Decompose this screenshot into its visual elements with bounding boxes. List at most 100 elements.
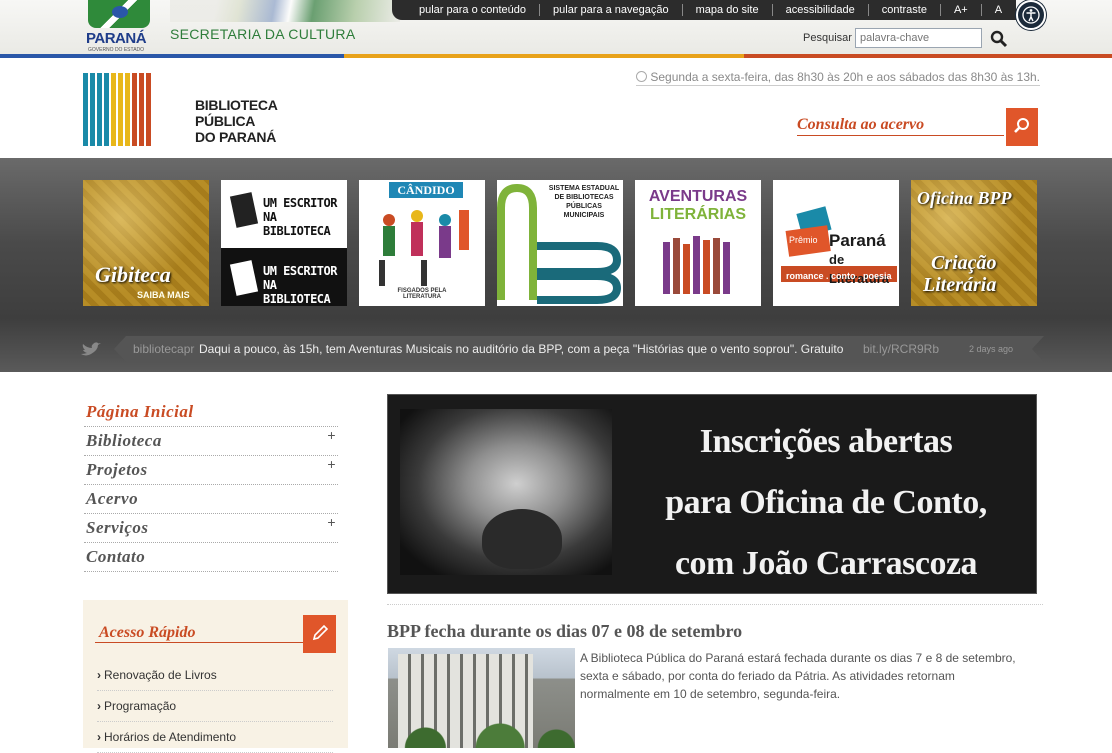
tile-sistema-bibliotecas[interactable]: SISTEMA ESTADUAL DE BIBLIOTECAS PÚBLICAS… xyxy=(497,180,623,306)
premio-title-line: Paraná xyxy=(829,231,886,250)
tile-text: UM ESCRITOR NA BIBLIOTECA xyxy=(263,196,347,238)
nav-item-label: Página Inicial xyxy=(86,402,194,421)
expand-icon[interactable]: + xyxy=(327,427,336,443)
tile-text-line: UM ESCRITOR NA xyxy=(263,196,337,224)
tile-premio-literatura[interactable]: Prêmio Paraná de Literatura romance . con… xyxy=(773,180,899,306)
color-stripe xyxy=(0,54,1112,58)
tile-text: SISTEMA ESTADUAL DE BIBLIOTECAS PÚBLICAS… xyxy=(548,185,620,219)
featured-banner-text: Inscrições abertas para Oficina de Conto… xyxy=(626,411,1026,594)
quick-access-button[interactable] xyxy=(303,615,336,653)
tweet-time: 2 days ago xyxy=(969,344,1014,354)
twitter-icon[interactable] xyxy=(80,342,102,358)
book-icon xyxy=(229,260,259,296)
premio-small-text: Prêmio xyxy=(789,235,818,245)
search-label: Pesquisar xyxy=(803,32,852,44)
nav-item-label: Serviços xyxy=(86,518,149,537)
quick-item-programacao[interactable]: Programação xyxy=(97,691,333,722)
nav-item-label: Projetos xyxy=(86,460,148,479)
featured-banner-line: Inscrições abertas xyxy=(699,423,953,460)
logo-bars xyxy=(83,73,158,146)
accessibility-icon xyxy=(1022,6,1040,24)
tile-oficina-bpp[interactable]: Oficina BPP Criação Literária xyxy=(911,180,1037,306)
book-icon xyxy=(229,192,259,228)
tweet-user-link[interactable]: bibliotecapr xyxy=(133,342,194,356)
expand-icon[interactable]: + xyxy=(327,514,336,530)
tile-candido[interactable]: CÂNDIDO FISGADOS PELA LITERATURA xyxy=(359,180,485,306)
tile-text-line: UM ESCRITOR NA xyxy=(263,264,337,292)
tile-gibiteca[interactable]: Gibiteca SAIBA MAIS xyxy=(83,180,209,306)
nav-item-biblioteca[interactable]: Biblioteca + xyxy=(84,427,338,456)
logo-sub: GOVERNO DO ESTADO xyxy=(88,47,145,53)
pencils-illustration xyxy=(663,236,730,294)
catalog-search-button[interactable] xyxy=(1006,108,1038,146)
nav-item-contato[interactable]: Contato xyxy=(84,543,338,572)
divider xyxy=(387,604,1043,605)
expand-icon[interactable]: + xyxy=(327,456,336,472)
nav-item-acervo[interactable]: Acervo xyxy=(84,485,338,514)
accessibility-link[interactable]: acessibilidade xyxy=(773,4,869,16)
search-icon xyxy=(990,30,1008,48)
news-image[interactable] xyxy=(388,648,575,748)
accessibility-bar: pular para o conteúdo pular para a naveg… xyxy=(392,0,1016,20)
catalog-search-label[interactable]: Consulta ao acervo xyxy=(797,116,1004,136)
accessibility-button[interactable] xyxy=(1016,0,1046,30)
skip-to-content-link[interactable]: pular para o conteúdo xyxy=(406,4,541,16)
opening-hours-text: Segunda a sexta-feira, das 8h30 às 20h e… xyxy=(650,70,1040,84)
featured-banner-line: com João Carrascoza xyxy=(674,545,978,582)
library-name: BIBLIOTECA PÚBLICA DO PARANÁ xyxy=(195,97,278,145)
font-normal-link[interactable]: A xyxy=(982,4,1015,16)
font-increase-link[interactable]: A+ xyxy=(941,4,982,16)
tile-half: UM ESCRITOR NA BIBLIOTECA xyxy=(221,180,347,242)
nav-item-label: Acervo xyxy=(86,489,139,508)
tweet-text: Daqui a pouco, às 15h, tem Aventuras Mus… xyxy=(199,342,844,356)
tile-title: Oficina BPP xyxy=(917,188,1012,208)
nav-item-label: Contato xyxy=(86,547,146,566)
nav-item-pagina-inicial[interactable]: Página Inicial xyxy=(84,398,338,427)
search-button[interactable] xyxy=(990,30,1008,48)
parana-logo[interactable]: PARANÁ GOVERNO DO ESTADO xyxy=(86,0,152,54)
contrast-link[interactable]: contraste xyxy=(869,4,941,16)
tile-subtitle: FISGADOS PELA LITERATURA xyxy=(397,288,447,300)
featured-banner-line: para Oficina de Conto, xyxy=(665,484,987,521)
trees-image xyxy=(388,720,575,748)
quick-access-title: Acesso Rápido xyxy=(95,624,303,643)
skip-to-nav-link[interactable]: pular para a navegação xyxy=(540,4,683,16)
news-title[interactable]: BPP fecha durante os dias 07 e 08 de set… xyxy=(387,621,742,642)
tweet-short-link[interactable]: bit.ly/RCR9Rb xyxy=(863,342,939,356)
main-nav: Página Inicial Biblioteca + Projetos + Ace… xyxy=(84,398,338,572)
tile-text: UM ESCRITOR NA BIBLIOTECA xyxy=(263,264,347,306)
tile-half: UM ESCRITOR NA BIBLIOTECA xyxy=(221,248,347,306)
tile-title: Gibiteca xyxy=(95,262,171,287)
nav-item-projetos[interactable]: Projetos + xyxy=(84,456,338,485)
pencil-icon xyxy=(312,624,328,640)
search-input[interactable] xyxy=(855,28,982,48)
search-icon xyxy=(1014,117,1029,133)
tile-text-line: BIBLIOTECA xyxy=(263,292,331,306)
news-body: A Biblioteca Pública do Paraná estará fe… xyxy=(580,651,1016,701)
author-portrait xyxy=(400,409,612,575)
nav-item-servicos[interactable]: Serviços + xyxy=(84,514,338,543)
tile-um-escritor[interactable]: UM ESCRITOR NA BIBLIOTECA UM ESCRITOR NA B… xyxy=(221,180,347,306)
library-logo[interactable]: BIBLIOTECA PÚBLICA DO PARANÁ xyxy=(83,73,293,147)
sitemap-link[interactable]: mapa do site xyxy=(683,4,773,16)
opening-hours: Segunda a sexta-feira, das 8h30 às 20h e… xyxy=(636,70,1040,86)
quick-item-horarios[interactable]: Horários de Atendimento xyxy=(97,722,333,753)
premio-subtitle: romance . conto . poesia xyxy=(786,271,892,281)
logo-word: PARANÁ xyxy=(86,30,147,47)
tile-subtitle: SAIBA MAIS xyxy=(137,290,190,300)
quick-access-panel: Acesso Rápido Renovação de Livros Progra… xyxy=(83,600,348,753)
quick-item-renovacao[interactable]: Renovação de Livros xyxy=(97,660,333,691)
library-name-line: DO PARANÁ xyxy=(195,129,277,145)
tile-title-line: Literária xyxy=(923,274,997,296)
featured-banner[interactable]: Inscrições abertas para Oficina de Conto… xyxy=(387,394,1037,594)
nav-item-label: Biblioteca xyxy=(86,431,162,450)
tile-aventuras-literarias[interactable]: AVENTURAS LITERÁRIAS xyxy=(635,180,761,306)
library-name-line: PÚBLICA xyxy=(195,113,256,129)
library-name-line: BIBLIOTECA xyxy=(195,97,278,113)
flag-icon xyxy=(88,0,150,28)
secretaria-title[interactable]: SECRETARIA DA CULTURA xyxy=(170,26,355,42)
flag-band xyxy=(170,0,400,22)
tile-text-line: BIBLIOTECA xyxy=(263,224,331,238)
clock-icon xyxy=(636,71,648,82)
tile-title-line: Criação xyxy=(931,252,997,274)
